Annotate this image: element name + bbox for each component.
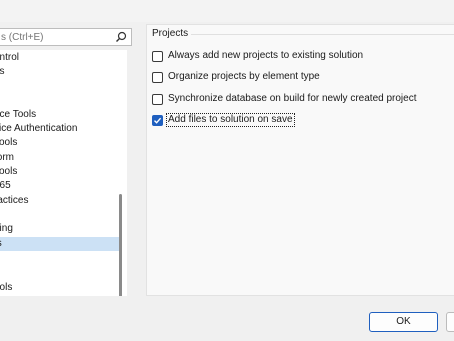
tree-item[interactable]: ools	[0, 281, 12, 295]
options-search-box[interactable]	[0, 28, 132, 46]
option-label: Synchronize database on build for newly …	[168, 93, 417, 104]
panel-title: Projects	[152, 28, 189, 39]
checkmark-icon	[154, 117, 162, 124]
option-label: Organize projects by element type	[168, 71, 320, 82]
search-icon[interactable]	[115, 31, 127, 43]
tree-item[interactable]: ractices	[0, 194, 28, 208]
cancel-button[interactable]	[446, 312, 454, 332]
option-label: Always add new projects to existing solu…	[168, 50, 364, 61]
tree-item[interactable]: ontrol	[0, 51, 19, 65]
tree-scrollbar-thumb[interactable]	[119, 194, 122, 296]
tree-item[interactable]: 365	[0, 179, 11, 193]
tree-item[interactable]: nce Tools	[0, 108, 36, 122]
tree-item[interactable]: vice Authentication	[0, 122, 77, 136]
search-input[interactable]	[0, 29, 111, 45]
option-label: Add files to solution on save	[166, 113, 295, 127]
ok-button[interactable]: OK	[369, 312, 438, 332]
checkbox[interactable]	[152, 94, 163, 105]
projects-options-panel: Projects Always add new projects to exis…	[146, 24, 454, 296]
tree-item[interactable]: Tools	[0, 165, 17, 179]
tree-item[interactable]: ns	[0, 65, 5, 79]
checkbox-checked[interactable]	[152, 115, 163, 126]
window-top-strip	[0, 0, 454, 22]
tree-item[interactable]: Tools	[0, 136, 17, 150]
tree-item[interactable]: form	[0, 151, 14, 165]
tree-item-selected[interactable]: ts	[0, 237, 121, 251]
checkbox[interactable]	[152, 51, 163, 62]
tree-item[interactable]: ging	[0, 222, 13, 236]
panel-divider	[191, 34, 454, 35]
options-tree: ontrol ns r g nce Tools vice Authenticat…	[0, 50, 127, 296]
checkbox[interactable]	[152, 72, 163, 83]
